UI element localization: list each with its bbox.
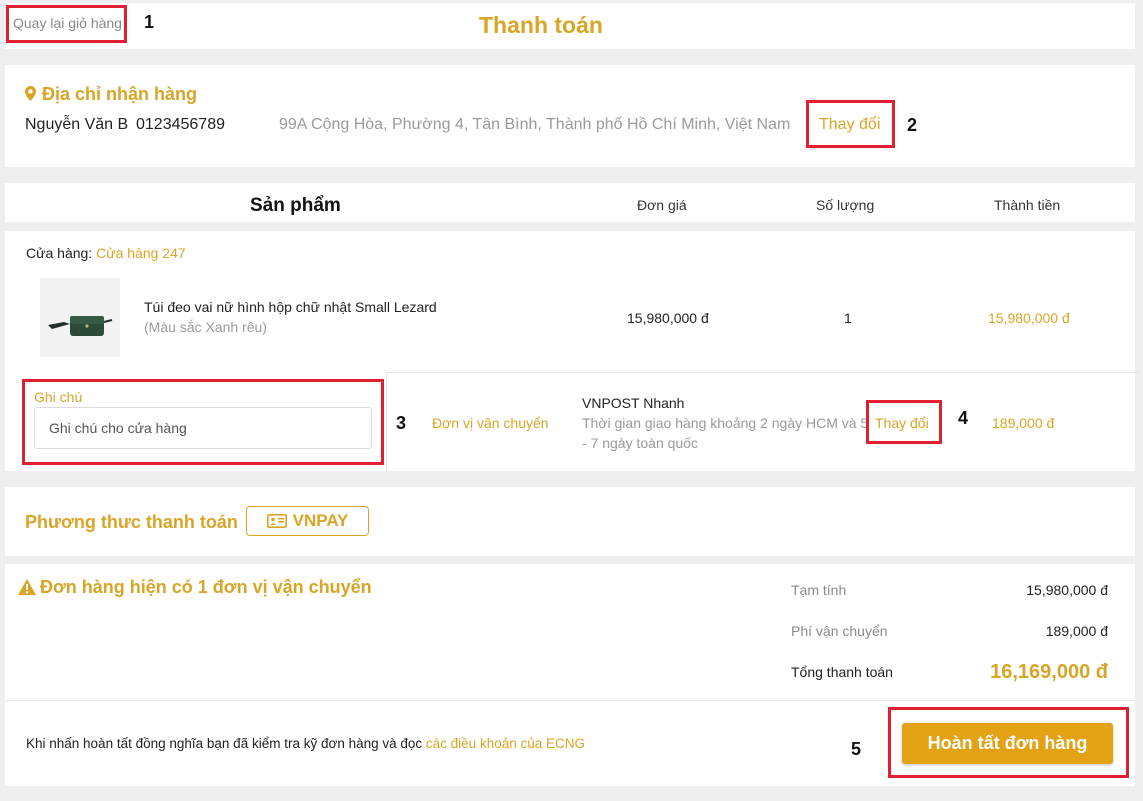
- annotation-number-1: 1: [144, 12, 155, 32]
- product-unit-price: 15,980,000 đ: [627, 310, 709, 326]
- column-header-product: Sản phẩm: [250, 195, 341, 216]
- address-heading-text: Địa chỉ nhận hàng: [42, 84, 198, 104]
- annotation-number-4: 4: [958, 408, 969, 428]
- store-label: Cửa hàng:: [26, 245, 93, 261]
- annotation-box-3: [22, 379, 384, 465]
- store-name-link[interactable]: Cửa hàng 247: [96, 245, 186, 261]
- grand-total-label: Tổng thanh toán: [791, 664, 893, 680]
- store-line: Cửa hàng: Cửa hàng 247: [26, 245, 186, 261]
- payment-method-label: Phương thưc thanh toán: [25, 512, 238, 532]
- terms-link[interactable]: các điều khoản của ECNG: [426, 736, 585, 751]
- product-quantity: 1: [844, 310, 852, 326]
- summary-divider: [5, 700, 1135, 701]
- vnpay-label: VNPAY: [292, 511, 349, 530]
- product-table-header: Sản phẩm Đơn giá Số lượng Thành tiền: [5, 183, 1135, 222]
- recipient-phone: 0123456789: [136, 116, 225, 133]
- column-divider: [386, 372, 387, 471]
- recipient-address: 99A Cộng Hòa, Phường 4, Tân Bình, Thành …: [279, 116, 791, 133]
- annotation-box-1: [6, 5, 127, 43]
- shipping-fee-label: Phí vận chuyển: [791, 623, 888, 639]
- shipping-notice-text: Đơn hàng hiện có 1 đơn vị vận chuyển: [40, 577, 372, 597]
- terms-text: Khi nhấn hoàn tất đồng nghĩa bạn đã kiểm…: [26, 736, 423, 751]
- product-line-total: 15,980,000 đ: [988, 310, 1070, 326]
- handbag-image: [40, 278, 120, 357]
- shipping-carrier-label: Đơn vị vận chuyển: [432, 415, 549, 431]
- shipping-address-section: Địa chỉ nhận hàng Nguyễn Văn B 012345678…: [5, 65, 1135, 167]
- column-header-total: Thành tiền: [994, 197, 1061, 213]
- subtotal-value: 15,980,000 đ: [1026, 582, 1108, 598]
- vnpay-button[interactable]: VNPAY: [246, 506, 369, 536]
- column-header-quantity: Số lượng: [816, 197, 875, 213]
- recipient-name: Nguyễn Văn B: [25, 116, 129, 133]
- shipping-carrier-name: VNPOST Nhanh: [582, 395, 685, 411]
- address-heading: Địa chỉ nhận hàng: [25, 84, 197, 105]
- product-variant: (Màu sắc Xanh rêu): [144, 319, 267, 335]
- product-name: Túi đeo vai nữ hình hộp chữ nhật Small L…: [144, 299, 437, 315]
- payment-method-section: Phương thưc thanh toán VNPAY: [5, 487, 1135, 556]
- shipping-notice: Đơn hàng hiện có 1 đơn vị vận chuyển: [18, 577, 372, 598]
- product-thumbnail: [40, 278, 120, 357]
- header-bar: Quay lại giỏ hàng Thanh toán: [5, 3, 1135, 49]
- annotation-number-3: 3: [396, 413, 407, 433]
- annotation-box-2: [806, 100, 895, 148]
- annotation-number-2: 2: [907, 115, 918, 135]
- shipping-time-line2: - 7 ngày toàn quốc: [582, 435, 698, 451]
- shipping-fee: 189,000 đ: [992, 415, 1055, 431]
- terms-notice: Khi nhấn hoàn tất đồng nghĩa bạn đã kiểm…: [26, 736, 585, 751]
- warning-icon: [18, 579, 36, 595]
- page-title: Thanh toán: [479, 12, 603, 38]
- column-header-unit-price: Đơn giá: [637, 197, 687, 213]
- shipping-time-line1: Thời gian giao hàng khoảng 2 ngày HCM và…: [582, 415, 869, 431]
- annotation-box-5: [888, 707, 1129, 778]
- row-divider: [386, 372, 1139, 373]
- id-card-icon: [266, 514, 287, 528]
- subtotal-label: Tạm tính: [791, 582, 847, 598]
- annotation-number-5: 5: [851, 739, 862, 759]
- grand-total-value: 16,169,000 đ: [990, 661, 1108, 683]
- shipping-fee-value: 189,000 đ: [1045, 623, 1108, 639]
- annotation-box-4: [866, 400, 942, 444]
- location-pin-icon: [25, 86, 36, 101]
